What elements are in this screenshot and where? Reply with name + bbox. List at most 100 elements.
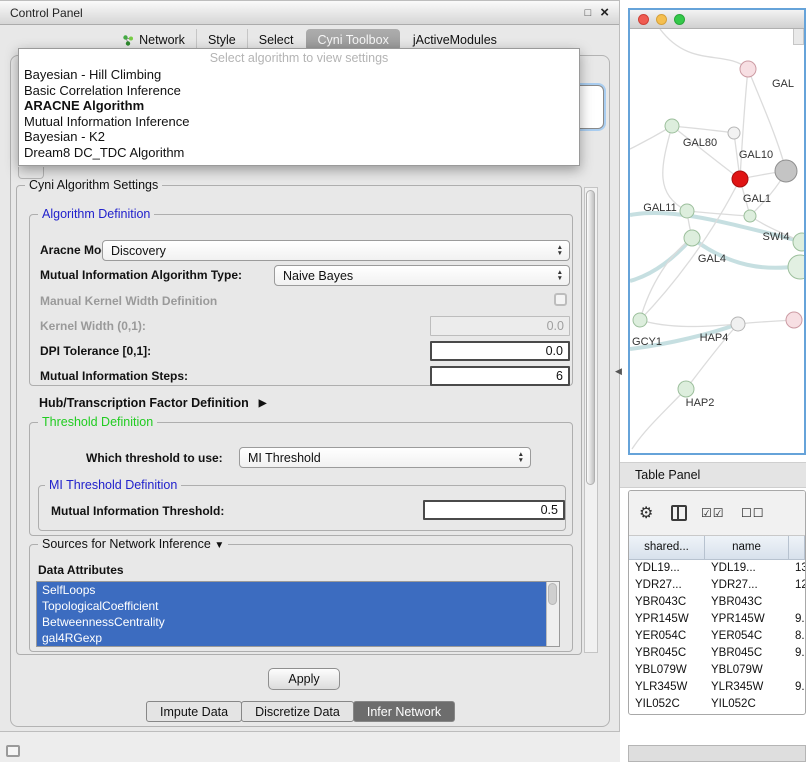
column-header-partial[interactable] xyxy=(789,536,805,559)
mi-threshold-definition-group: MI Threshold Definition Mutual Informati… xyxy=(38,485,566,531)
dpi-tolerance-field[interactable] xyxy=(430,341,570,361)
table-row[interactable]: YDL19...YDL19...13 xyxy=(629,560,805,577)
network-canvas[interactable]: GAL GAL80 GAL10 GAL11 GAL1 SWI4 GAL4 GCY… xyxy=(630,29,804,453)
settings-scrollbar[interactable] xyxy=(584,187,598,653)
combo-arrows-icon: ▲▼ xyxy=(553,270,567,281)
attribute-item-selected[interactable]: SelfLoops xyxy=(37,582,546,598)
kernel-width-field[interactable] xyxy=(430,316,570,336)
which-threshold-combobox[interactable]: MI Threshold ▲▼ xyxy=(239,447,531,468)
tab-infer-network[interactable]: Infer Network xyxy=(353,701,455,722)
deselect-all-checkboxes-icon[interactable]: ☐☐ xyxy=(741,506,765,520)
network-node[interactable] xyxy=(731,317,745,331)
network-node-gal1[interactable] xyxy=(744,210,756,222)
mi-algorithm-type-combobox[interactable]: Naive Bayes ▲▼ xyxy=(274,265,570,286)
window-title: Control Panel xyxy=(10,6,83,20)
hub-tf-definition-section[interactable]: Hub/Transcription Factor Definition ▶ xyxy=(39,396,266,410)
threshold-definition-title: Threshold Definition xyxy=(38,415,157,429)
tab-discretize-data[interactable]: Discretize Data xyxy=(241,701,354,722)
attribute-item-selected[interactable]: gal4RGexp xyxy=(37,630,546,646)
select-all-checkboxes-icon[interactable]: ☑☑ xyxy=(701,506,725,520)
mi-threshold-field[interactable] xyxy=(423,500,565,520)
attribute-list-scrollbar[interactable] xyxy=(546,582,559,646)
table-row[interactable]: YBL079WYBL079W xyxy=(629,662,805,679)
network-node-gal4[interactable] xyxy=(684,230,700,246)
network-node[interactable] xyxy=(728,127,740,139)
algorithm-option[interactable]: Basic Correlation Inference xyxy=(19,83,579,99)
tab-impute-data[interactable]: Impute Data xyxy=(146,701,242,722)
kernel-width-label: Kernel Width (0,1): xyxy=(40,319,146,333)
collapsed-panel-icon[interactable] xyxy=(6,745,20,757)
columns-icon[interactable] xyxy=(671,505,687,521)
mac-minimize-icon[interactable] xyxy=(656,14,667,25)
algorithm-dropdown-popup: Select algorithm to view settings Bayesi… xyxy=(18,48,580,166)
network-view-window[interactable]: GAL GAL80 GAL10 GAL11 GAL1 SWI4 GAL4 GCY… xyxy=(628,8,806,455)
table-row[interactable]: YLR345WYLR345W9. xyxy=(629,679,805,696)
combo-arrows-icon: ▲▼ xyxy=(514,452,528,463)
node-label: HAP2 xyxy=(686,397,715,409)
network-node[interactable] xyxy=(740,61,756,77)
node-label: GAL11 xyxy=(643,202,676,214)
table-row[interactable]: YER054CYER054C8. xyxy=(629,628,805,645)
manual-kernel-width-checkbox[interactable] xyxy=(554,293,567,306)
sources-group-title[interactable]: Sources for Network Inference ▼ xyxy=(38,537,228,551)
network-node[interactable] xyxy=(665,119,679,133)
column-header-shared-name[interactable]: shared... xyxy=(629,536,705,559)
gear-icon[interactable]: ⚙ xyxy=(639,503,653,523)
network-graph: GAL GAL80 GAL10 GAL11 GAL1 SWI4 GAL4 GCY… xyxy=(630,29,804,453)
network-node-gcy1[interactable] xyxy=(633,313,647,327)
table-header-row: shared... name xyxy=(629,536,805,560)
expand-right-icon[interactable]: ▶ xyxy=(259,398,267,409)
network-node[interactable] xyxy=(680,204,694,218)
column-header-name[interactable]: name xyxy=(705,536,789,559)
manual-kernel-width-label: Manual Kernel Width Definition xyxy=(40,294,217,308)
network-tab-icon xyxy=(122,34,134,46)
data-attributes-label: Data Attributes xyxy=(38,563,124,577)
node-label: GCY1 xyxy=(632,336,662,348)
expand-down-icon[interactable]: ▼ xyxy=(214,540,224,551)
table-row[interactable]: YBR045CYBR045C9. xyxy=(629,645,805,662)
network-scrollbar-fragment[interactable] xyxy=(793,29,804,45)
data-attributes-list: SelfLoops TopologicalCoefficient Between… xyxy=(36,581,560,647)
algorithm-option-selected[interactable]: ARACNE Algorithm xyxy=(19,98,579,114)
algorithm-definition-title: Algorithm Definition xyxy=(38,207,154,221)
node-label: GAL80 xyxy=(683,137,717,149)
algorithm-option[interactable]: Dream8 DC_TDC Algorithm xyxy=(19,145,579,161)
network-node-gal10[interactable] xyxy=(732,171,748,187)
scrollbar-thumb[interactable] xyxy=(586,190,595,485)
aracne-mode-combobox[interactable]: Discovery ▲▼ xyxy=(102,240,570,261)
float-window-icon[interactable]: □ xyxy=(585,7,592,19)
network-node-hap4[interactable] xyxy=(786,312,802,328)
network-node[interactable] xyxy=(775,160,797,182)
control-panel-titlebar[interactable]: Control Panel □ × xyxy=(0,1,619,25)
network-window-titlebar[interactable] xyxy=(630,10,804,29)
scrollbar-thumb[interactable] xyxy=(548,583,557,605)
control-panel-window: Control Panel □ × Network Style Select C… xyxy=(0,0,620,732)
algorithm-dropdown-placeholder: Select algorithm to view settings xyxy=(19,51,579,67)
right-panel-area: GAL GAL80 GAL10 GAL11 GAL1 SWI4 GAL4 GCY… xyxy=(620,0,806,762)
table-row[interactable]: YDR27...YDR27...12 xyxy=(629,577,805,594)
table-panel-header: Table Panel xyxy=(620,462,806,488)
algorithm-option[interactable]: Bayesian - Hill Climbing xyxy=(19,67,579,83)
node-label: SWI4 xyxy=(763,231,790,243)
table-row[interactable]: YIL052CYIL052C xyxy=(629,696,805,713)
splitter-collapse-icon[interactable]: ◀ xyxy=(615,366,622,377)
table-row[interactable]: YPR145WYPR145W9. xyxy=(629,611,805,628)
mac-close-icon[interactable] xyxy=(638,14,649,25)
combo-arrows-icon: ▲▼ xyxy=(553,245,567,256)
mi-steps-field[interactable] xyxy=(430,366,570,386)
attribute-item-selected[interactable]: TopologicalCoefficient xyxy=(37,598,546,614)
network-node-hap2[interactable] xyxy=(678,381,694,397)
mac-zoom-icon[interactable] xyxy=(674,14,685,25)
algorithm-definition-group: Algorithm Definition Aracne Mode: Discov… xyxy=(29,214,573,386)
algorithm-option[interactable]: Mutual Information Inference xyxy=(19,114,579,130)
network-node[interactable] xyxy=(788,255,804,279)
attribute-item-selected[interactable]: BetweennessCentrality xyxy=(37,614,546,630)
algorithm-option[interactable]: Bayesian - K2 xyxy=(19,129,579,145)
node-label: GAL1 xyxy=(743,193,771,205)
threshold-definition-group: Threshold Definition Which threshold to … xyxy=(29,422,573,536)
table-row[interactable]: YBR043CYBR043C xyxy=(629,594,805,611)
close-icon[interactable]: × xyxy=(600,5,609,20)
node-label: GAL4 xyxy=(698,253,726,265)
apply-button[interactable]: Apply xyxy=(268,668,340,690)
network-node-swi4[interactable] xyxy=(793,233,804,251)
